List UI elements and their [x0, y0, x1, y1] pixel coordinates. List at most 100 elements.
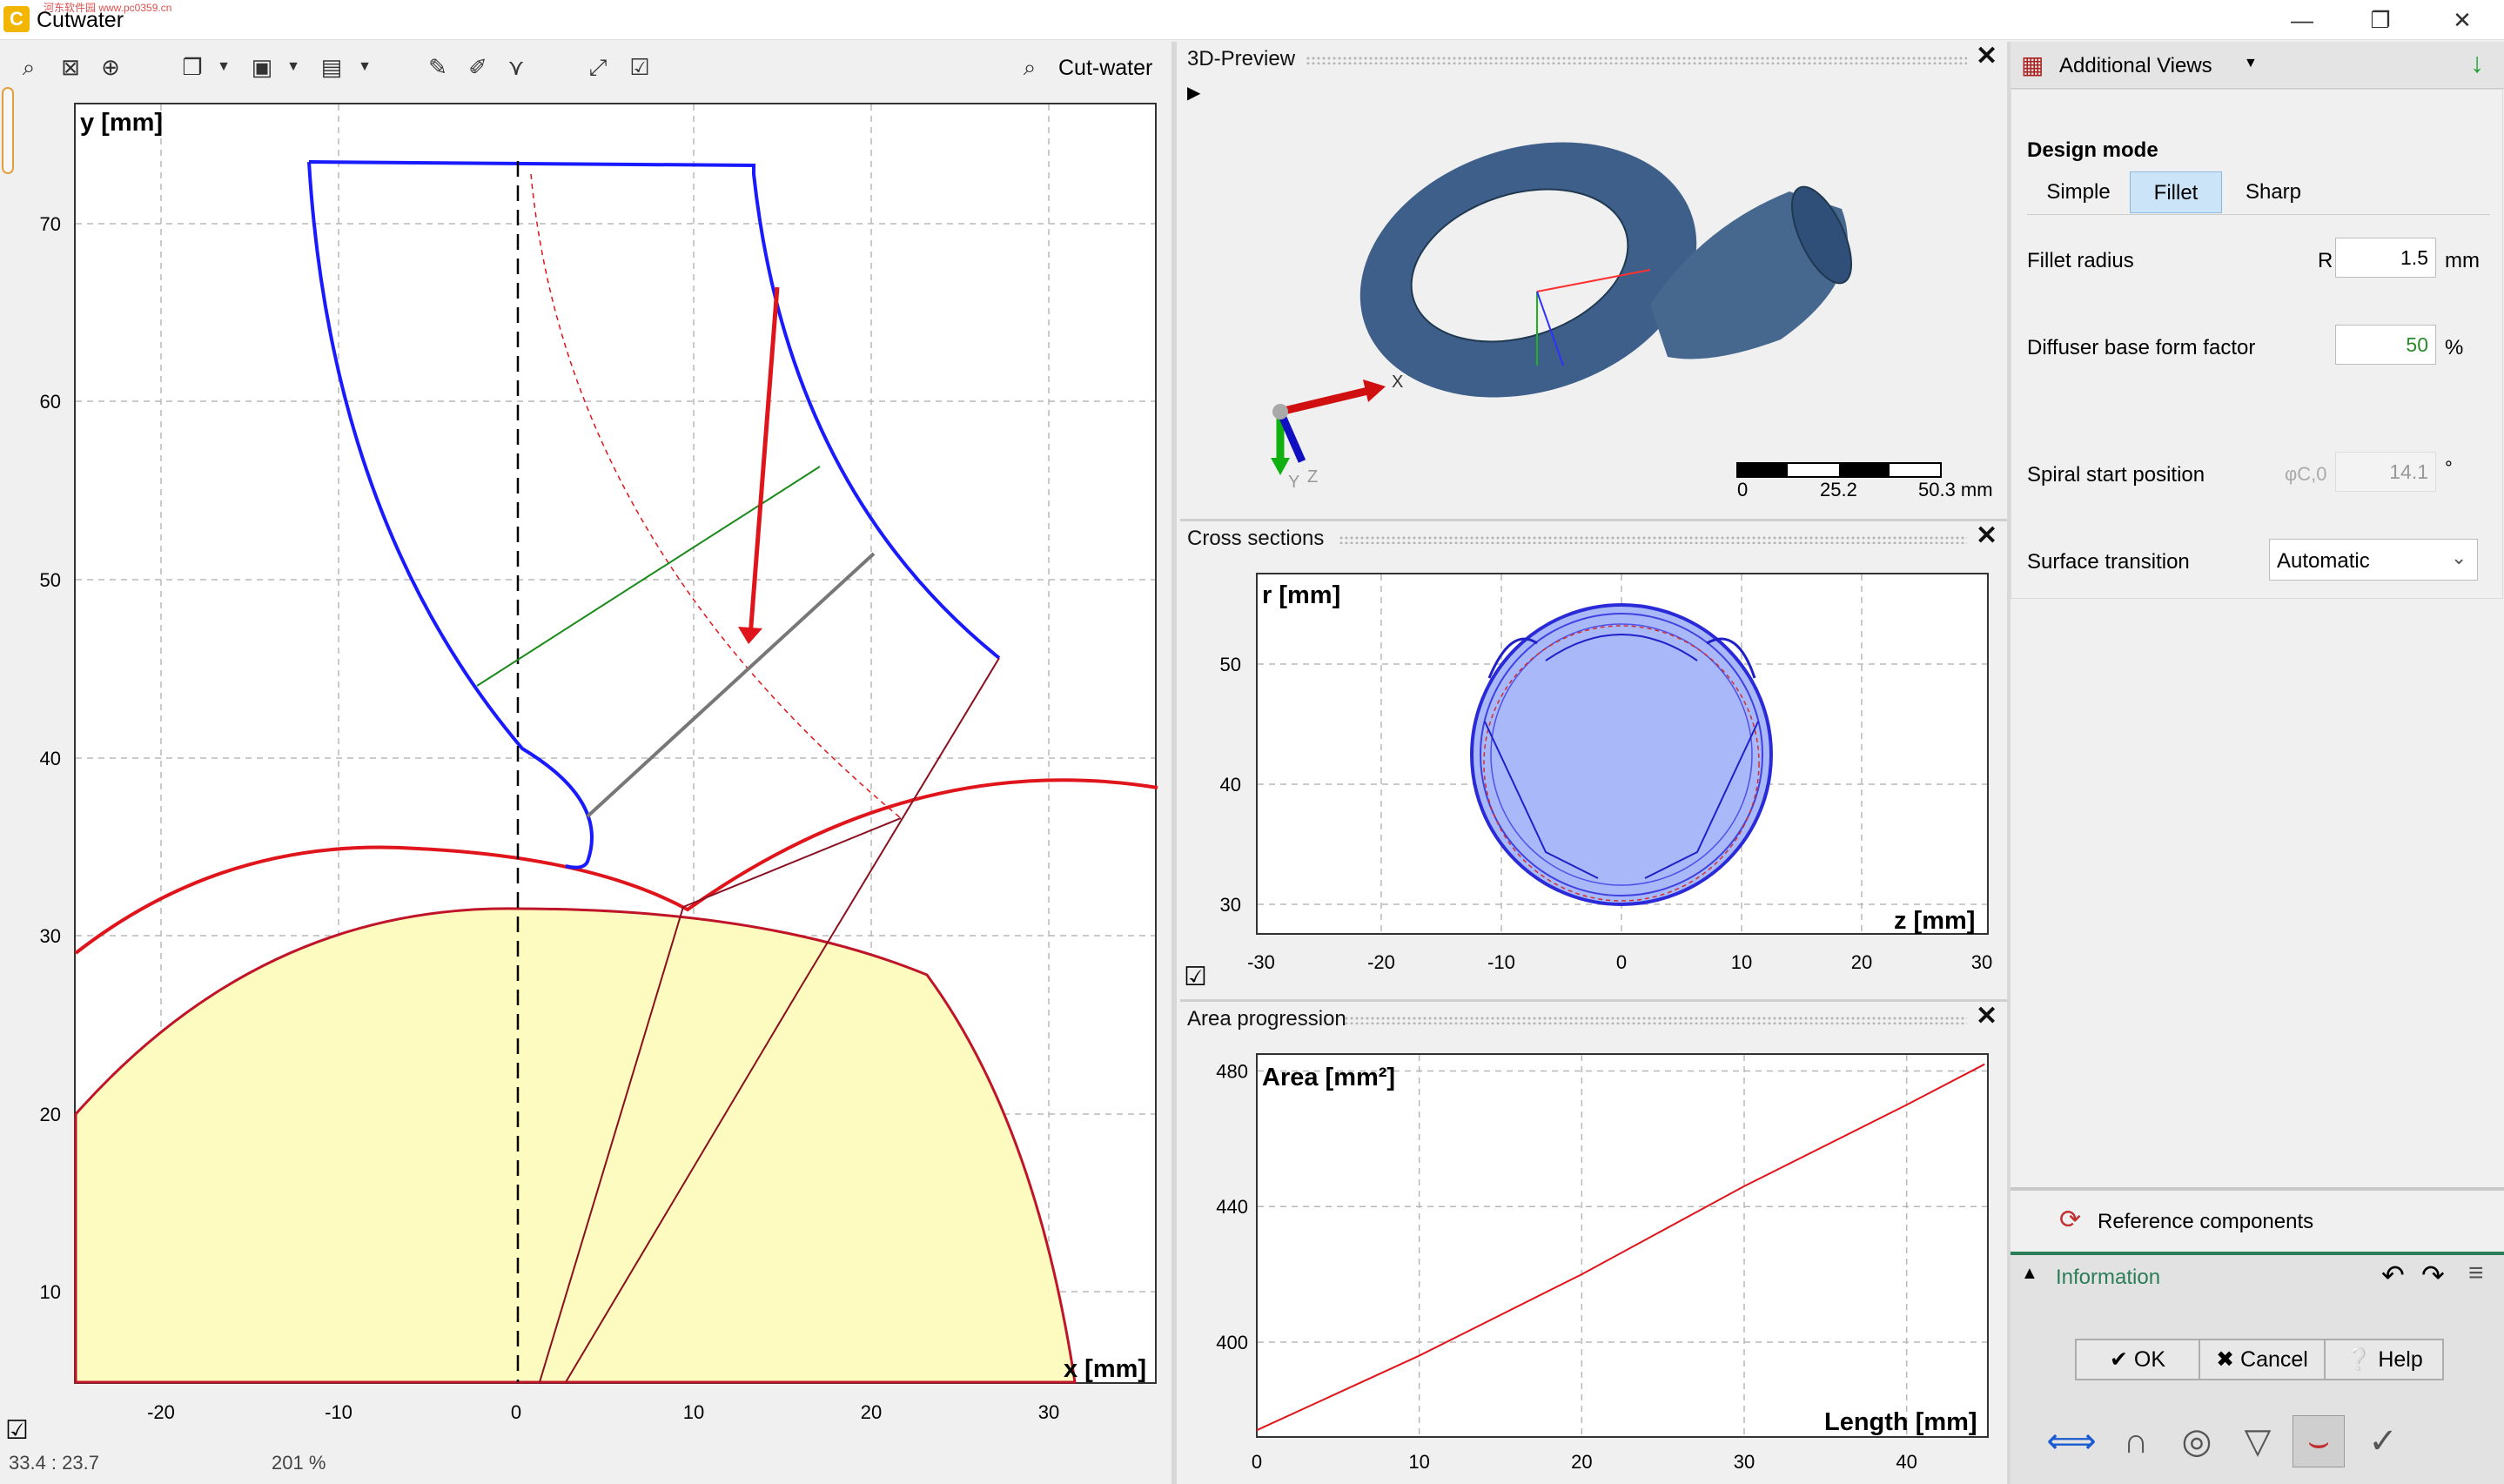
- svg-text:20: 20: [861, 1401, 882, 1423]
- chevron-down-icon[interactable]: ▼: [350, 52, 379, 82]
- svg-text:0: 0: [511, 1401, 521, 1423]
- splitter[interactable]: [1171, 42, 1177, 1484]
- x-tick-label: 40: [1896, 1451, 1917, 1473]
- svg-text:20: 20: [40, 1104, 61, 1125]
- zoom-icon[interactable]: ⌕: [14, 52, 44, 82]
- edit-doc-icon[interactable]: ✎: [423, 52, 453, 82]
- surface-transition-select[interactable]: Automatic ⌄: [2269, 539, 2478, 581]
- cutwater-plot[interactable]: y [mm] x [mm] -20 -10 0 10 20 30 10 20 30 40 50 60…: [0, 94, 1175, 1452]
- chevron-down-icon[interactable]: ▼: [209, 52, 238, 82]
- information-label[interactable]: Information: [2056, 1266, 2160, 1290]
- x-tick-label: 20: [1571, 1451, 1592, 1473]
- checkbox-icon[interactable]: ☑: [1184, 962, 1207, 992]
- additional-views-icon: ▦: [2021, 51, 2044, 78]
- status-zoom: 201 %: [272, 1452, 326, 1474]
- diffuser-icon[interactable]: ▽: [2232, 1415, 2284, 1467]
- search-icon[interactable]: ⌕: [1015, 52, 1044, 82]
- print-icon[interactable]: ▤: [317, 52, 346, 82]
- x-ticks: -20 -10 0 10 20 30: [147, 1401, 1059, 1423]
- finish-icon[interactable]: ✓: [2357, 1415, 2409, 1467]
- fillet-radius-input[interactable]: 1.5: [2335, 238, 2436, 278]
- close-icon[interactable]: ✕: [1976, 523, 1997, 549]
- help-label: Help: [2378, 1347, 2423, 1372]
- scale-label-mid: 25.2: [1820, 479, 1857, 500]
- range-icon[interactable]: ⟺: [2045, 1415, 2098, 1467]
- svg-text:-20: -20: [1367, 951, 1395, 973]
- collapse-icon[interactable]: ▲: [2021, 1264, 2038, 1284]
- undo-icon[interactable]: ↶: [2381, 1259, 2405, 1292]
- measure-icon[interactable]: ⤢: [583, 52, 613, 82]
- svg-text:-10: -10: [1487, 951, 1515, 973]
- redo-icon[interactable]: ↷: [2421, 1259, 2445, 1292]
- x-tick-label: 30: [1734, 1451, 1755, 1473]
- area-progression-chart[interactable]: Area [mm²] Length [mm] 0 10 20 30 40 400 440 4…: [1180, 1037, 2007, 1481]
- save-icon[interactable]: ▣: [247, 52, 277, 82]
- spiral-symbol: φC,0: [2285, 463, 2327, 485]
- reference-components-link[interactable]: Reference components: [2098, 1210, 2313, 1234]
- copy-icon[interactable]: ❐: [178, 52, 207, 82]
- spiral-input: 14.1: [2335, 452, 2436, 492]
- svg-text:30: 30: [1038, 1401, 1059, 1423]
- close-icon[interactable]: ✕: [1976, 1004, 1997, 1030]
- volute-icon[interactable]: ◎: [2171, 1415, 2223, 1467]
- y-ticks: 10 20 30 40 50 60 70: [40, 213, 61, 1303]
- svg-text:10: 10: [1731, 951, 1752, 973]
- volute-3d-model[interactable]: X Y Z: [1180, 78, 2007, 514]
- axis-z-label: Z: [1307, 467, 1318, 487]
- svg-text:-30: -30: [1247, 951, 1275, 973]
- ok-button[interactable]: ✔ OK: [2075, 1339, 2200, 1380]
- design-panel: Design mode Simple Fillet Sharp Fillet r…: [2011, 89, 2503, 599]
- svg-text:-20: -20: [147, 1401, 175, 1423]
- title-bar: C Cutwater 河东软件园 www.pc0359.cn — ❐ ✕: [0, 0, 2504, 40]
- cross-section-plot[interactable]: r [mm] z [mm] -30 -20 -10 0 10 20 30 30 40 50: [1180, 556, 2007, 974]
- y-tick-label: 440: [1216, 1196, 1248, 1218]
- y-tick-label: 480: [1216, 1060, 1248, 1082]
- app-logo-icon: C: [3, 6, 30, 32]
- arrow-down-icon[interactable]: ↓: [2470, 47, 2484, 79]
- svg-text:10: 10: [683, 1401, 704, 1423]
- diffuser-label: Diffuser base form factor: [2027, 336, 2256, 359]
- diffuser-input[interactable]: 50: [2335, 325, 2436, 365]
- check-doc-icon[interactable]: ☑: [625, 52, 655, 82]
- minimize-button[interactable]: —: [2263, 0, 2341, 40]
- cutwater-icon[interactable]: ⌣: [2293, 1415, 2345, 1467]
- crosshair-icon[interactable]: ⊕: [96, 52, 125, 82]
- axis-x-label: X: [1392, 373, 1403, 392]
- svg-text:50: 50: [40, 569, 61, 591]
- fillet-radius-symbol: R: [2318, 249, 2333, 272]
- additional-views-label: Additional Views: [2059, 54, 2212, 77]
- scale-label-end: 50.3 mm: [1918, 479, 1993, 500]
- additional-views-bar[interactable]: ▦ Additional Views ▼ ↓: [2011, 42, 2504, 89]
- chevron-down-icon[interactable]: ▼: [2244, 56, 2258, 71]
- close-window-button[interactable]: ✕: [2423, 0, 2501, 40]
- y-axis-label: y [mm]: [80, 109, 163, 137]
- chevron-down-icon[interactable]: ▼: [279, 52, 308, 82]
- menu-icon[interactable]: ≡: [2468, 1259, 2484, 1288]
- cs-y-axis-label: r [mm]: [1262, 581, 1340, 609]
- cross-sections-panel: Cross sections ✕ r [mm] z [mm] -30 -20 -10…: [1180, 519, 2007, 996]
- ok-label: OK: [2133, 1347, 2166, 1372]
- spiral-unit: °: [2445, 457, 2453, 479]
- cancel-button[interactable]: ✖ Cancel: [2199, 1339, 2326, 1380]
- diffuser-unit: %: [2445, 336, 2464, 359]
- svg-text:40: 40: [1220, 774, 1241, 796]
- help-button[interactable]: ❔ Help: [2324, 1339, 2444, 1380]
- tab-simple[interactable]: Simple: [2031, 171, 2126, 213]
- checkbox-icon[interactable]: ☑: [5, 1415, 29, 1446]
- edit-curve-icon[interactable]: ✐: [463, 52, 493, 82]
- x-tick-label: 0: [1252, 1451, 1262, 1473]
- zoom-fit-icon[interactable]: ⊠: [56, 52, 85, 82]
- snap-icon[interactable]: ⋎: [501, 52, 531, 82]
- reference-components-icon: ⟳: [2059, 1205, 2082, 1234]
- cross-sections-title: Cross sections: [1187, 527, 1325, 550]
- design-mode-label: Design mode: [2027, 138, 2158, 162]
- maximize-button[interactable]: ❐: [2341, 0, 2420, 40]
- svg-text:30: 30: [40, 925, 61, 947]
- tab-sharp[interactable]: Sharp: [2225, 171, 2321, 213]
- spiral-icon[interactable]: ∩: [2110, 1415, 2162, 1467]
- close-icon[interactable]: ✕: [1976, 44, 1997, 70]
- watermark: 河东软件园 www.pc0359.cn: [44, 2, 172, 14]
- status-coords: 33.4 : 23.7: [9, 1452, 99, 1474]
- preview3d-title: 3D-Preview: [1187, 47, 1296, 71]
- tab-fillet[interactable]: Fillet: [2130, 171, 2222, 213]
